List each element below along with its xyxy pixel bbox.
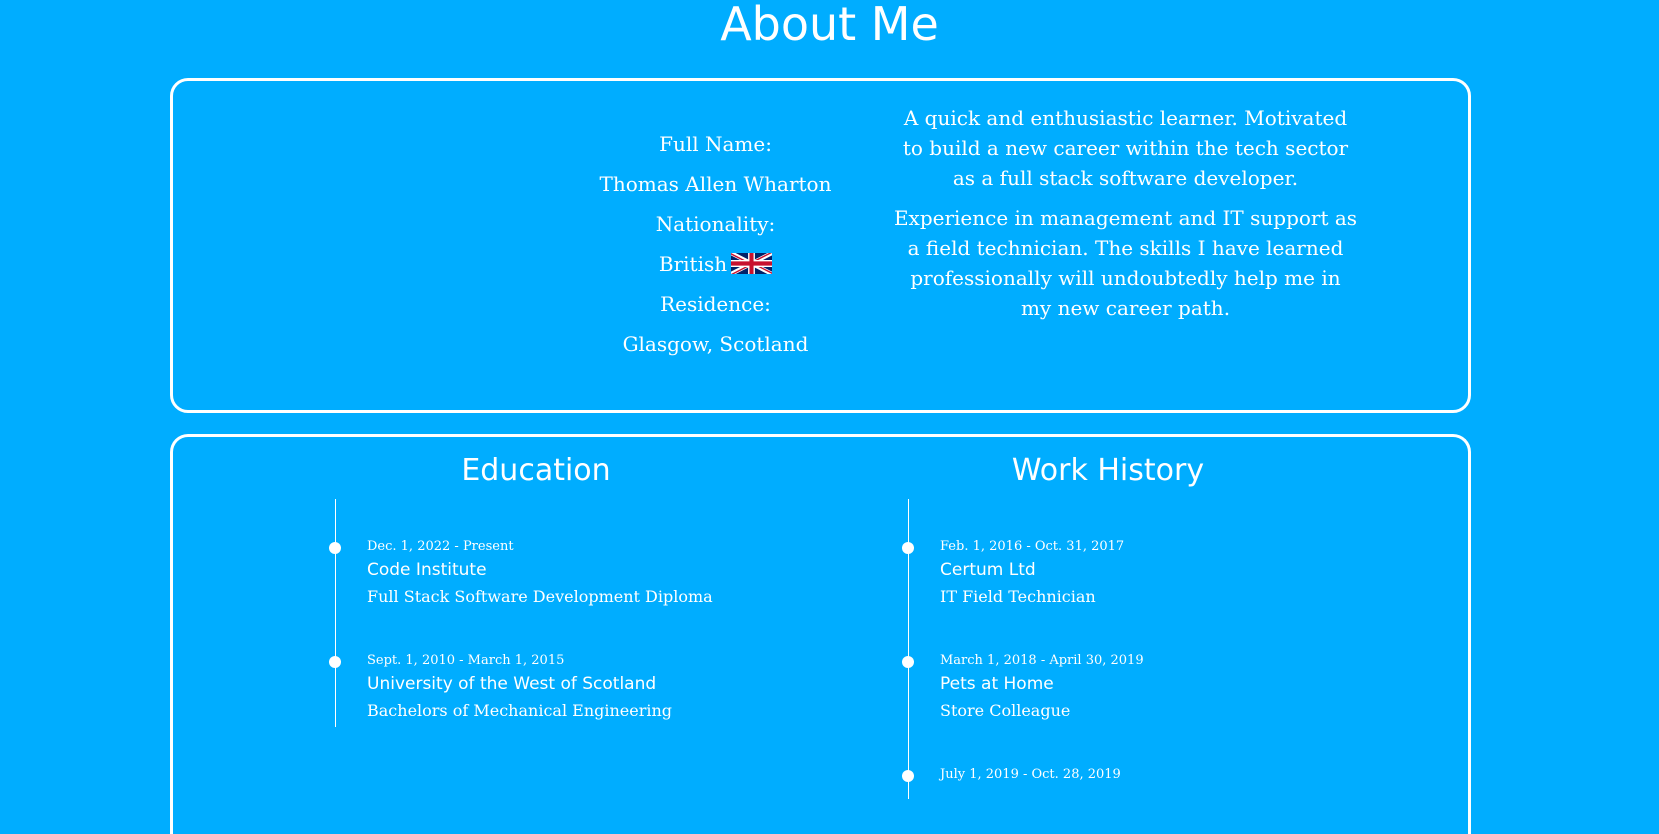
nationality-label: Nationality: — [655, 212, 776, 236]
about-card: Full Name: Thomas Allen Wharton National… — [170, 78, 1471, 413]
entry-org: Certum Ltd — [940, 560, 1036, 580]
timeline-dot — [329, 542, 341, 554]
timeline-dot — [902, 770, 914, 782]
entry-dates: July 1, 2019 - Oct. 28, 2019 — [940, 767, 1121, 782]
timeline-dot — [902, 542, 914, 554]
full-name-label: Full Name: — [659, 132, 772, 156]
full-name-value: Thomas Allen Wharton — [599, 172, 832, 196]
work-entry: March 1, 2018 - April 30, 2019 Pets at H… — [902, 651, 1320, 724]
nationality-value: British — [658, 252, 728, 276]
entry-role: Bachelors of Mechanical Engineering — [367, 701, 673, 720]
entry-org: University of the West of Scotland — [367, 674, 657, 694]
timeline-dot — [329, 656, 341, 668]
entry-dates: Sept. 1, 2010 - March 1, 2015 — [367, 653, 565, 668]
timeline-dot — [902, 656, 914, 668]
education-entry: Dec. 1, 2022 - Present Code Institute Fu… — [329, 537, 747, 610]
bio-paragraph: A quick and enthusiastic learner. Motiva… — [902, 106, 1349, 190]
entry-org: Code Institute — [367, 560, 487, 580]
entry-role: Store Colleague — [940, 701, 1071, 720]
entry-dates: Feb. 1, 2016 - Oct. 31, 2017 — [940, 539, 1125, 554]
personal-details: Full Name: Thomas Allen Wharton National… — [513, 129, 918, 369]
timeline-line — [335, 499, 336, 727]
residence-label: Residence: — [660, 292, 771, 316]
history-card: Education Dec. 1, 2022 - Present Code In… — [170, 434, 1471, 834]
bio: A quick and enthusiastic learner. Motiva… — [893, 103, 1358, 333]
work-history-title: Work History — [1011, 453, 1205, 488]
entry-role: IT Field Technician — [940, 587, 1096, 606]
education-entry: Sept. 1, 2010 - March 1, 2015 University… — [329, 651, 747, 724]
bio-paragraph: Experience in management and IT support … — [893, 206, 1358, 320]
work-entry: Feb. 1, 2016 - Oct. 31, 2017 Certum Ltd … — [902, 537, 1320, 610]
entry-dates: Dec. 1, 2022 - Present — [367, 539, 514, 554]
residence-value: Glasgow, Scotland — [622, 332, 809, 356]
uk-flag-icon — [731, 253, 773, 274]
entry-dates: March 1, 2018 - April 30, 2019 — [940, 653, 1144, 668]
work-entry: July 1, 2019 - Oct. 28, 2019 — [902, 765, 1320, 785]
nationality-row: British — [513, 249, 918, 289]
entry-role: Full Stack Software Development Diploma — [367, 587, 713, 606]
entry-org: Pets at Home — [940, 674, 1054, 694]
page-title: About Me — [720, 0, 939, 51]
education-title: Education — [461, 453, 611, 488]
